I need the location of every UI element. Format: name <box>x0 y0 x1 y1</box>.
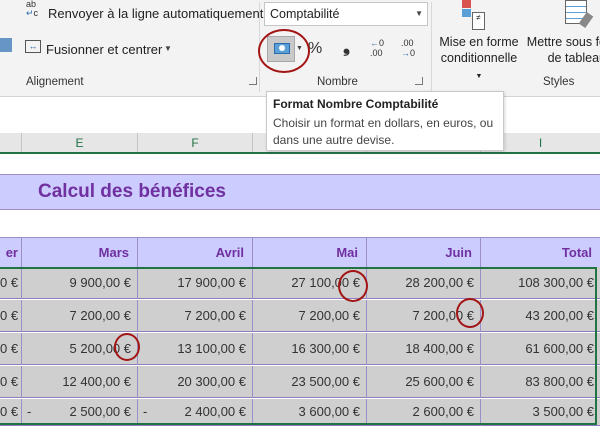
data-cell[interactable]: 0 € <box>0 366 22 398</box>
data-cell[interactable]: 0 € <box>0 399 22 426</box>
sheet-top-border <box>0 152 600 154</box>
data-cell[interactable]: 12 400,00 € <box>22 366 138 398</box>
header-cell-total[interactable]: Total <box>481 238 600 268</box>
data-cell[interactable]: 0 € <box>0 267 22 299</box>
table-row: 0 € - 2 500,00 € - 2 400,00 € 3 600,00 €… <box>0 399 600 426</box>
data-cell[interactable]: 108 300,00 € <box>481 267 600 299</box>
data-cell[interactable]: 9 900,00 € <box>22 267 138 299</box>
data-cell[interactable]: - 2 500,00 € <box>22 399 138 426</box>
header-cell-juin[interactable]: Juin <box>367 238 481 268</box>
header-cell-avril[interactable]: Avril <box>138 238 253 268</box>
data-cell[interactable]: 0 € <box>0 333 22 365</box>
accounting-dash: - <box>143 404 148 419</box>
increase-decimals-icon: ←0.00 <box>370 38 385 58</box>
table-row: 0 € 9 900,00 € 17 900,00 € 27 100,00 € 2… <box>0 267 600 299</box>
data-cell[interactable]: 0 € <box>0 300 22 332</box>
alignment-dialog-launcher-icon[interactable] <box>249 77 257 85</box>
sheet-title: Calcul des bénéfices <box>38 181 226 202</box>
conditional-format-button[interactable]: Mise en forme conditionnelle ▼ <box>436 34 522 85</box>
number-format-select[interactable]: Comptabilité ▼ <box>264 2 428 26</box>
annotation-circle <box>258 29 310 73</box>
table-row: 0 € 12 400,00 € 20 300,00 € 23 500,00 € … <box>0 366 600 398</box>
data-cell[interactable]: 17 900,00 € <box>138 267 253 299</box>
increase-decimals-button[interactable]: ←0.00 <box>370 38 384 58</box>
data-cell[interactable]: 28 200,00 € <box>367 267 481 299</box>
number-format-value: Comptabilité <box>270 7 340 21</box>
tooltip-line-2: dans une autre devise. <box>273 133 395 147</box>
number-dialog-launcher-icon[interactable] <box>415 77 423 85</box>
data-cell[interactable]: 3 500,00 € <box>481 399 600 426</box>
merge-center-icon: ↔ <box>25 40 41 53</box>
data-cell[interactable]: 7 200,00 € <box>22 300 138 332</box>
decrease-decimals-button[interactable]: .00 →0 <box>401 38 415 58</box>
percent-button[interactable]: % <box>308 40 322 58</box>
data-cell[interactable]: 25 600,00 € <box>367 366 481 398</box>
format-as-table-label-1: Mettre sous fo <box>526 35 600 49</box>
header-cell-mai[interactable]: Mai <box>253 238 367 268</box>
conditional-format-label-2: conditionnelle ▼ <box>440 51 518 80</box>
cell-value: 2 400,00 € <box>184 404 246 419</box>
header-cell-mars[interactable]: Mars <box>22 238 138 268</box>
accounting-dash: - <box>27 404 32 419</box>
data-cell[interactable]: 7 200,00 € <box>253 300 367 332</box>
alignment-group-title: Alignement <box>26 76 84 88</box>
sheet-title-band[interactable]: Calcul des bénéfices <box>0 174 600 210</box>
merge-dropdown-icon[interactable]: ▼ <box>164 44 172 53</box>
table-header-row: er Mars Avril Mai Juin Total <box>0 237 600 268</box>
table-format-icon <box>565 0 594 29</box>
column-header-left[interactable] <box>0 133 22 153</box>
styles-group-title: Styles <box>543 76 575 88</box>
decrease-decimals-icon: .00 →0 <box>401 38 416 58</box>
data-cell[interactable]: 18 400,00 € <box>367 333 481 365</box>
data-cell[interactable]: 43 200,00 € <box>481 300 600 332</box>
tooltip-title: Format Nombre Comptabilité <box>273 97 439 111</box>
wrap-text-button[interactable]: Renvoyer à la ligne automatiquement <box>48 6 263 21</box>
data-cell[interactable]: 7 200,00 € <box>138 300 253 332</box>
format-as-table-button[interactable]: Mettre sous fo de tableau <box>526 34 600 66</box>
header-cell-feb[interactable]: er <box>0 238 22 268</box>
data-cell[interactable]: 2 600,00 € <box>367 399 481 426</box>
group-separator <box>431 2 432 92</box>
annotation-circle <box>456 298 484 328</box>
accounting-format-tooltip: Format Nombre Comptabilité Choisir un fo… <box>266 91 504 151</box>
data-cell[interactable]: 20 300,00 € <box>138 366 253 398</box>
table-row: 0 € 5 200,00 € 13 100,00 € 16 300,00 € 1… <box>0 333 600 365</box>
format-as-table-label-2: de tableau <box>547 51 600 65</box>
chevron-down-icon: ▼ <box>415 9 423 18</box>
data-cell[interactable]: 3 600,00 € <box>253 399 367 426</box>
indent-icon[interactable] <box>0 38 12 52</box>
tooltip-description: Choisir un format en dollars, en euros, … <box>273 115 497 149</box>
cell-value: 2 500,00 € <box>69 404 131 419</box>
number-group-title: Nombre <box>317 76 358 88</box>
data-cell[interactable]: - 2 400,00 € <box>138 399 253 426</box>
conditional-format-label-1: Mise en forme <box>439 35 519 49</box>
table-row: 0 € 7 200,00 € 7 200,00 € 7 200,00 € 7 2… <box>0 300 600 332</box>
thousands-separator-button[interactable]: ❟ <box>343 36 350 57</box>
data-cell[interactable]: 23 500,00 € <box>253 366 367 398</box>
column-header-e[interactable]: E <box>22 133 138 153</box>
data-cell[interactable]: 83 800,00 € <box>481 366 600 398</box>
conditional-format-icon: ≠ <box>462 0 485 30</box>
tooltip-line-1: Choisir un format en dollars, en euros, … <box>273 116 494 130</box>
data-cell[interactable]: 61 600,00 € <box>481 333 600 365</box>
merge-center-button[interactable]: Fusionner et centrer <box>46 42 162 57</box>
annotation-circle <box>338 270 368 302</box>
wrap-text-icon: ab ↵c <box>26 0 39 18</box>
data-cell[interactable]: 16 300,00 € <box>253 333 367 365</box>
annotation-circle <box>114 333 140 361</box>
data-cell[interactable]: 13 100,00 € <box>138 333 253 365</box>
column-header-f[interactable]: F <box>138 133 253 153</box>
